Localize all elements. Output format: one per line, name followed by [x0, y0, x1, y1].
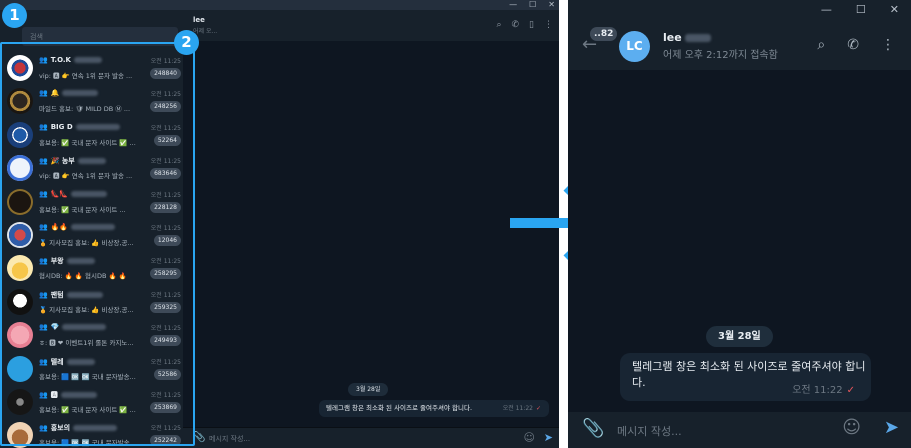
- date-pill: 3월 28일: [706, 326, 773, 347]
- close-icon[interactable]: ✕: [890, 3, 899, 16]
- message-input-bar: 📎 메시지 작성... ☺ ➤: [568, 412, 911, 448]
- maximize-icon[interactable]: ☐: [856, 3, 866, 16]
- message-bubble[interactable]: 텔레그램 창은 최소화 된 사이즈로 줄여주셔야 합니다. 오전 11:22 ✓: [319, 400, 549, 417]
- avatar[interactable]: LC: [619, 31, 650, 62]
- chat-header: lee 어제 오... ⌕ ✆ ▯ ⋮: [183, 10, 559, 41]
- unread-count-badge: ..82: [590, 27, 618, 41]
- right-title-bar: — ☐ ✕: [568, 0, 911, 22]
- blurred-name: [684, 34, 711, 42]
- message-text: 텔레그램 창은 최소화 된 사이즈로 줄여주셔야 합니다.: [326, 404, 473, 412]
- right-window-controls: — ☐ ✕: [821, 3, 899, 16]
- minimize-icon[interactable]: —: [509, 0, 517, 10]
- message-input[interactable]: 메시지 작성...: [209, 434, 250, 444]
- chat-header-name[interactable]: lee: [663, 31, 711, 44]
- message-input-bar: 📎 메시지 작성... ☺ ➤: [183, 427, 559, 448]
- phone-icon[interactable]: ✆: [512, 20, 520, 30]
- sidebar-icon[interactable]: ▯: [529, 20, 534, 30]
- close-icon[interactable]: ✕: [548, 0, 555, 10]
- step-marker-2: 2: [174, 30, 199, 55]
- maximize-icon[interactable]: ☐: [529, 0, 536, 10]
- emoji-icon[interactable]: ☺: [524, 431, 535, 444]
- left-telegram-window: — ☐ ✕ 검색 👥 T.O.K 오전 11:25 vip: 🅰 👉 연속 1위 문자…: [0, 0, 559, 448]
- chat-list-highlight-box: [0, 42, 195, 446]
- chat-header-name[interactable]: lee: [193, 16, 205, 24]
- more-icon[interactable]: ⋮: [544, 20, 553, 30]
- sent-check-icon: ✓: [535, 405, 541, 412]
- message-input[interactable]: 메시지 작성...: [617, 423, 682, 439]
- left-window-controls: — ☐ ✕: [509, 0, 555, 10]
- search-icon[interactable]: ⌕: [817, 37, 825, 53]
- search-icon[interactable]: ⌕: [496, 20, 501, 30]
- send-icon[interactable]: ➤: [884, 417, 899, 438]
- minimize-icon[interactable]: —: [821, 3, 832, 16]
- send-icon[interactable]: ➤: [544, 431, 553, 444]
- message-time: 오전 11:22 ✓: [792, 385, 855, 396]
- chat-header-status: 어제 오후 2:12까지 접속함: [663, 50, 778, 61]
- right-telegram-window: — ☐ ✕ ← ..82 LC lee 어제 오후 2:12까지 접속함 ⌕ ✆…: [568, 0, 911, 448]
- sent-check-icon: ✓: [846, 385, 855, 396]
- emoji-icon[interactable]: ☺: [842, 417, 861, 438]
- date-pill: 3월 28일: [348, 383, 389, 396]
- message-bubble[interactable]: 텔레그램 창은 최소화 된 사이즈로 줄여주셔야 합니다. 오전 11:22 ✓: [620, 353, 871, 401]
- chat-header: ← ..82 LC lee 어제 오후 2:12까지 접속함 ⌕ ✆ ⋮: [568, 22, 911, 70]
- phone-icon[interactable]: ✆: [847, 37, 859, 53]
- chat-area: lee 어제 오... ⌕ ✆ ▯ ⋮ 3월 28일 텔레그램 창은 최소화 된…: [183, 10, 559, 448]
- more-icon[interactable]: ⋮: [881, 37, 895, 53]
- step-marker-1: 1: [2, 3, 27, 28]
- left-title-bar: [0, 0, 559, 10]
- message-time: 오전 11:22 ✓: [502, 405, 541, 412]
- attach-icon[interactable]: 📎: [582, 418, 604, 439]
- chat-header-status: 어제 오...: [193, 28, 218, 35]
